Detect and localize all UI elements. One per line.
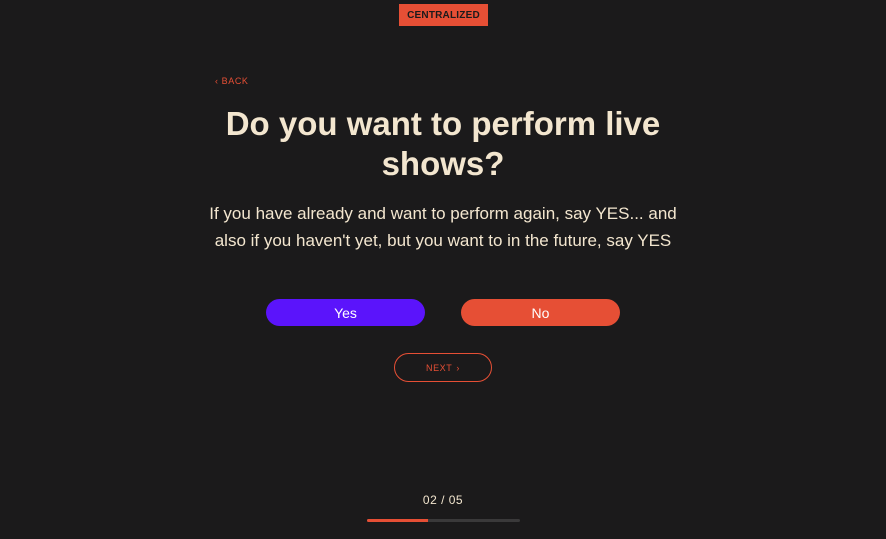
question-description: If you have already and want to perform … [209,204,677,250]
no-button[interactable]: No [461,299,620,326]
yes-button-label: Yes [334,304,357,321]
progress-counter: 02 / 05 [422,493,464,507]
no-button-label: No [531,304,550,321]
next-button[interactable]: NEXT › [394,353,492,382]
back-label: BACK [221,76,249,86]
brand-logo[interactable]: CENTRALIZED [399,4,488,26]
next-button-label: NEXT [425,362,453,373]
back-link[interactable]: ‹ BACK [215,76,249,86]
yes-button[interactable]: Yes [266,299,425,326]
progress-bar-fill [367,519,429,522]
question-title: Do you want to perform live shows? [225,105,661,182]
progress-bar [367,519,520,522]
brand-logo-text: CENTRALIZED [407,9,480,21]
chevron-left-icon: ‹ [215,76,219,86]
quiz-page: CENTRALIZED ‹ BACK Do you want to perfor… [0,0,886,539]
chevron-right-icon: › [456,362,460,373]
